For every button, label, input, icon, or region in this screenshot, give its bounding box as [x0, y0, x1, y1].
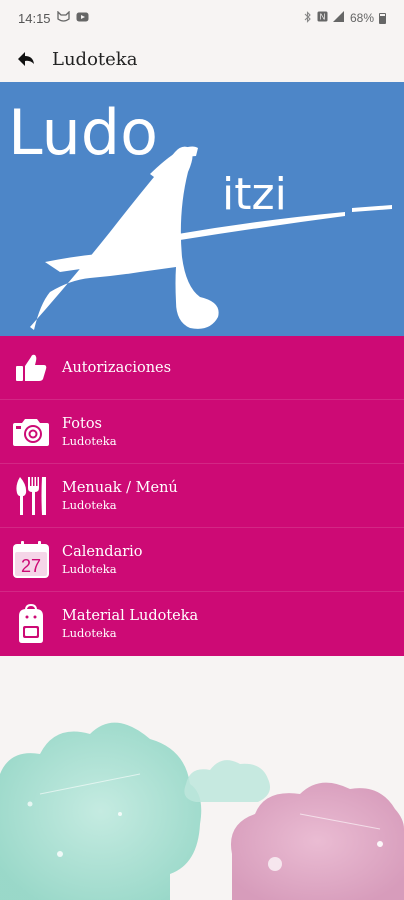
backpack-icon: [19, 604, 43, 643]
menu-item-title: Calendario: [62, 543, 143, 560]
app-bar: Ludoteka: [0, 36, 404, 82]
menu-item-title: Autorizaciones: [62, 359, 172, 376]
menu-item-material-ludoteka[interactable]: Material Ludoteka Ludoteka: [0, 592, 404, 656]
menu-item-title: Menuak / Menú: [62, 479, 178, 496]
battery-icon: [379, 12, 386, 24]
nfc-icon: N: [317, 11, 328, 25]
menu-item-calendario[interactable]: 27 Calendario Ludoteka: [0, 528, 404, 592]
ludo-aitzi-logo: Ludo itzi: [8, 96, 392, 330]
back-arrow-icon: [18, 52, 34, 66]
menu-item-fotos[interactable]: Fotos Ludoteka: [0, 400, 404, 464]
menu-item-menuak-menu[interactable]: Menuak / Menú Ludoteka: [0, 464, 404, 528]
calendar-day: 27: [21, 556, 41, 576]
signal-icon: [332, 11, 345, 25]
cat-icon: [56, 10, 70, 25]
logo-line1: Ludo: [8, 96, 158, 169]
bluetooth-icon: [304, 10, 312, 26]
menu-item-subtitle: Ludoteka: [62, 626, 117, 640]
page-title: Ludoteka: [52, 48, 138, 70]
decorative-clouds-background: [0, 722, 404, 900]
cutlery-icon: [16, 476, 46, 515]
back-button[interactable]: [8, 41, 44, 77]
menu-item-subtitle: Ludoteka: [62, 433, 117, 448]
logo-line2: itzi: [222, 169, 287, 220]
menu-item-subtitle: Ludoteka: [62, 497, 117, 512]
menu-item-title: Material Ludoteka: [62, 608, 199, 624]
menu-item-autorizaciones[interactable]: Autorizaciones: [0, 336, 404, 400]
status-bar: 14:15 N 68%: [0, 0, 404, 36]
menu-item-title: Fotos: [62, 415, 102, 432]
youtube-icon: [76, 12, 89, 25]
battery-level: 68%: [349, 11, 374, 25]
menu-list: Autorizaciones Fotos Ludoteka Menuak / M…: [0, 336, 404, 656]
status-time: 14:15: [18, 10, 51, 26]
camera-icon: [13, 418, 49, 446]
thumbs-up-icon: [16, 354, 47, 381]
hero-banner: Ludo itzi: [0, 82, 404, 336]
svg-text:N: N: [320, 13, 326, 22]
menu-item-subtitle: Ludoteka: [62, 561, 117, 576]
calendar-icon: 27: [13, 540, 49, 578]
